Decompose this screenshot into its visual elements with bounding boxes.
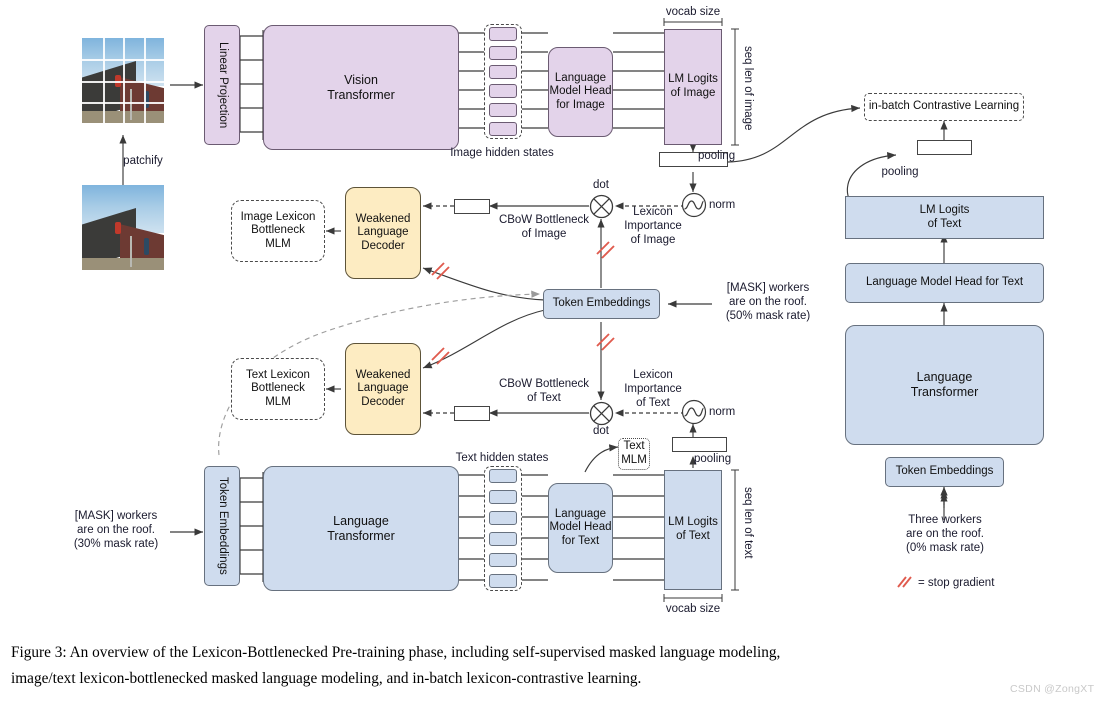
cbow-bottleneck-text-bar (454, 406, 490, 421)
text-hidden-states-label: Text hidden states (455, 452, 549, 464)
masked-text-input-30: [MASK] workers are on the roof. (30% mas… (73, 510, 159, 551)
lm-logits-text-right-label: LM Logits of Text (919, 203, 970, 230)
text-pooling-bar (672, 437, 727, 452)
vocab-size-label-text: vocab size (665, 603, 721, 615)
language-transformer-bottom-label: Language Transformer (327, 513, 395, 543)
linear-projection-block: Linear Projection (204, 25, 240, 145)
text-mlm-label: Text MLM (621, 440, 647, 466)
token-embeddings-right: Token Embeddings (885, 457, 1004, 487)
weakened-language-decoder-text: Weakened Language Decoder (345, 343, 421, 435)
figure-caption-line-1: Figure 3: An overview of the Lexicon-Bot… (11, 644, 781, 661)
seq-len-text-label: seq len of text (742, 487, 755, 559)
weakened-decoder-image-label: Weakened Language Decoder (355, 212, 411, 252)
text-lexicon-bottleneck-mlm-label: Text Lexicon Bottleneck MLM (246, 368, 310, 408)
figure-canvas: patchify Linear Projection Vision Transf… (0, 0, 1113, 705)
dot-product-icon-text (589, 401, 614, 426)
norm-label-text: norm (709, 406, 736, 418)
lm-logits-text-bottom: LM Logits of Text (664, 470, 722, 590)
text-lexicon-bottleneck-mlm: Text Lexicon Bottleneck MLM (231, 358, 325, 420)
cbow-bottleneck-image-label: CBoW Bottleneck of Image (498, 214, 590, 241)
source-image-thumbnail (82, 185, 164, 270)
vision-transformer-label: Vision Transformer (327, 72, 395, 102)
token-embeddings-center-label: Token Embeddings (552, 297, 651, 310)
linear-projection-label: Linear Projection (216, 41, 229, 129)
masked-text-input-50: [MASK] workers are on the roof. (50% mas… (725, 282, 811, 323)
weakened-language-decoder-image: Weakened Language Decoder (345, 187, 421, 279)
token-embeddings-center: Token Embeddings (543, 289, 660, 319)
image-lexicon-bottleneck-mlm: Image Lexicon Bottleneck MLM (231, 200, 325, 262)
cbow-bottleneck-text-label: CBoW Bottleneck of Text (498, 378, 590, 405)
pooling-label-right: pooling (881, 166, 919, 178)
image-hidden-state-box (489, 46, 517, 60)
image-hidden-states-label: Image hidden states (450, 147, 554, 159)
seq-len-image-label: seq len of image (742, 46, 755, 131)
image-hidden-state-box (489, 84, 517, 98)
text-hidden-state-box (489, 532, 517, 546)
patch-grid-line (82, 101, 164, 104)
image-hidden-state-box (489, 27, 517, 41)
language-transformer-right-label: Language Transformer (910, 370, 979, 399)
lm-logits-text-bottom-label: LM Logits of Text (668, 516, 718, 542)
weakened-decoder-text-label: Weakened Language Decoder (355, 368, 411, 408)
dot-label-image: dot (593, 179, 609, 191)
lm-head-image-block: Language Model Head for Image (548, 47, 613, 137)
norm-label-image: norm (709, 199, 736, 211)
patchified-image-thumbnail (82, 38, 164, 123)
image-hidden-state-box (489, 103, 517, 117)
image-hidden-state-box (489, 65, 517, 79)
text-mlm-box: Text MLM (618, 438, 650, 470)
right-pooling-bar (917, 140, 972, 155)
text-hidden-state-box (489, 511, 517, 525)
lm-head-text-bottom: Language Model Head for Text (548, 483, 613, 573)
text-hidden-state-box (489, 469, 517, 483)
text-hidden-state-box (489, 553, 517, 567)
lm-logits-text-right: LM Logits of Text (845, 196, 1044, 239)
image-hidden-state-box (489, 122, 517, 136)
image-lexicon-bottleneck-mlm-label: Image Lexicon Bottleneck MLM (240, 210, 316, 250)
watermark: CSDN @ZongXT (1010, 683, 1095, 695)
pooling-label-text: pooling (694, 453, 732, 465)
lm-head-image-label: Language Model Head for Image (549, 71, 612, 111)
dot-label-text: dot (593, 425, 609, 437)
norm-icon-text (681, 399, 707, 425)
text-hidden-state-box (489, 574, 517, 588)
language-transformer-bottom: Language Transformer (263, 466, 459, 591)
patch-grid-line (82, 80, 164, 83)
lm-head-text-right-label: Language Model Head for Text (865, 276, 1024, 289)
patch-grid-line (82, 59, 164, 62)
lm-head-text-bottom-label: Language Model Head for Text (549, 507, 612, 547)
patchify-label: patchify (123, 155, 163, 167)
token-embeddings-bottom-label: Token Embeddings (216, 477, 229, 575)
vocab-size-label-image: vocab size (665, 6, 721, 18)
lm-head-text-right: Language Model Head for Text (845, 263, 1044, 303)
vision-transformer-block: Vision Transformer (263, 25, 459, 150)
lexicon-importance-image-label: Lexicon Importance of Image (624, 206, 682, 247)
pooling-label-image: pooling (698, 150, 736, 162)
in-batch-contrastive-learning-label: in-batch Contrastive Learning (868, 100, 1020, 113)
text-hidden-states-group (484, 466, 522, 591)
in-batch-contrastive-learning: in-batch Contrastive Learning (864, 93, 1024, 121)
stop-gradient-legend-icon (897, 576, 912, 588)
stop-gradient-legend-label: = stop gradient (918, 577, 995, 589)
lm-logits-image-block: LM Logits of Image (664, 29, 722, 145)
token-embeddings-right-label: Token Embeddings (895, 465, 994, 478)
cbow-bottleneck-image-bar (454, 199, 490, 214)
clean-text-input: Three workers are on the roof. (0% mask … (906, 514, 984, 555)
text-hidden-state-box (489, 490, 517, 504)
figure-caption-line-2: image/text lexicon-bottlenecked masked l… (11, 670, 642, 687)
lm-logits-image-label: LM Logits of Image (668, 73, 718, 99)
token-embeddings-bottom: Token Embeddings (204, 466, 240, 586)
language-transformer-right: Language Transformer (845, 325, 1044, 445)
